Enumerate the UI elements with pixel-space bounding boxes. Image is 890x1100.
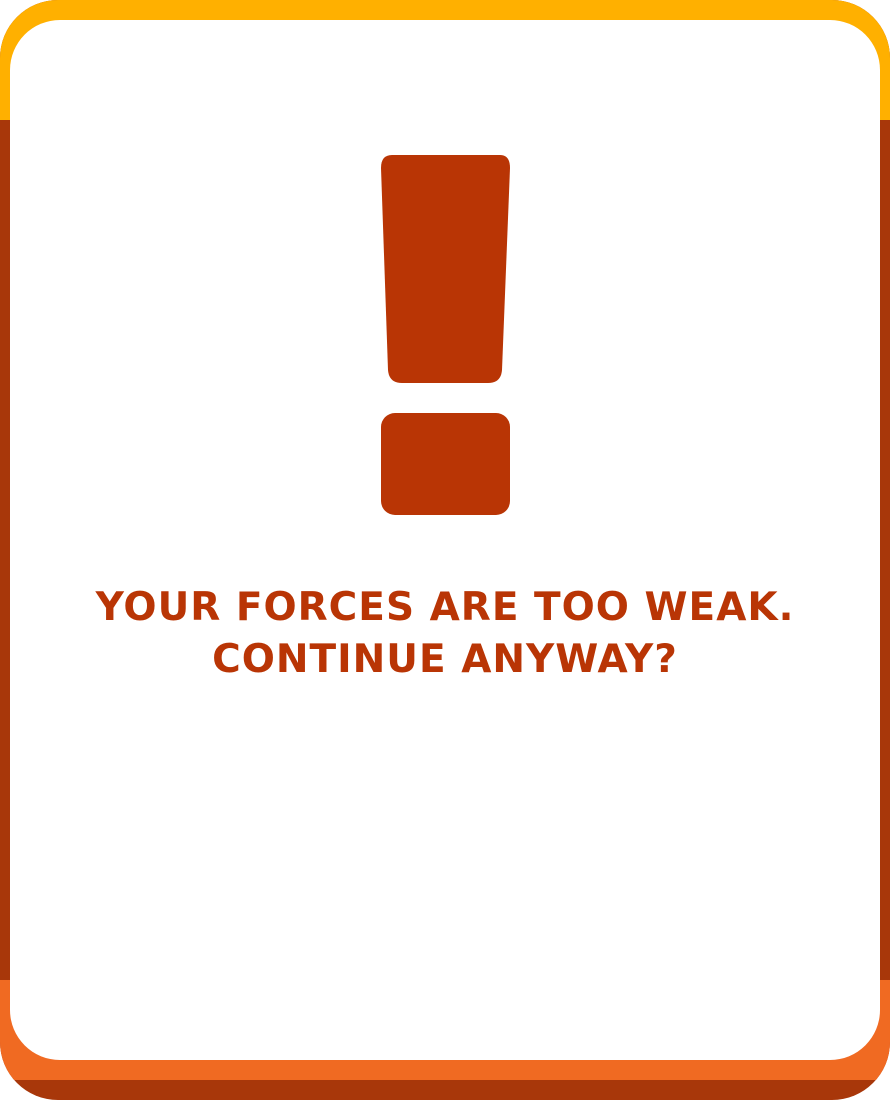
warning-message: YOUR FORCES ARE TOO WEAK. CONTINUE ANYWA… xyxy=(40,582,850,686)
warning-message-line-2: CONTINUE ANYWAY? xyxy=(212,637,678,682)
exclamation-icon xyxy=(381,155,510,515)
exclamation-bar xyxy=(381,155,510,383)
exclamation-dot xyxy=(381,413,510,515)
warning-message-line-1: YOUR FORCES ARE TOO WEAK. xyxy=(95,585,795,630)
